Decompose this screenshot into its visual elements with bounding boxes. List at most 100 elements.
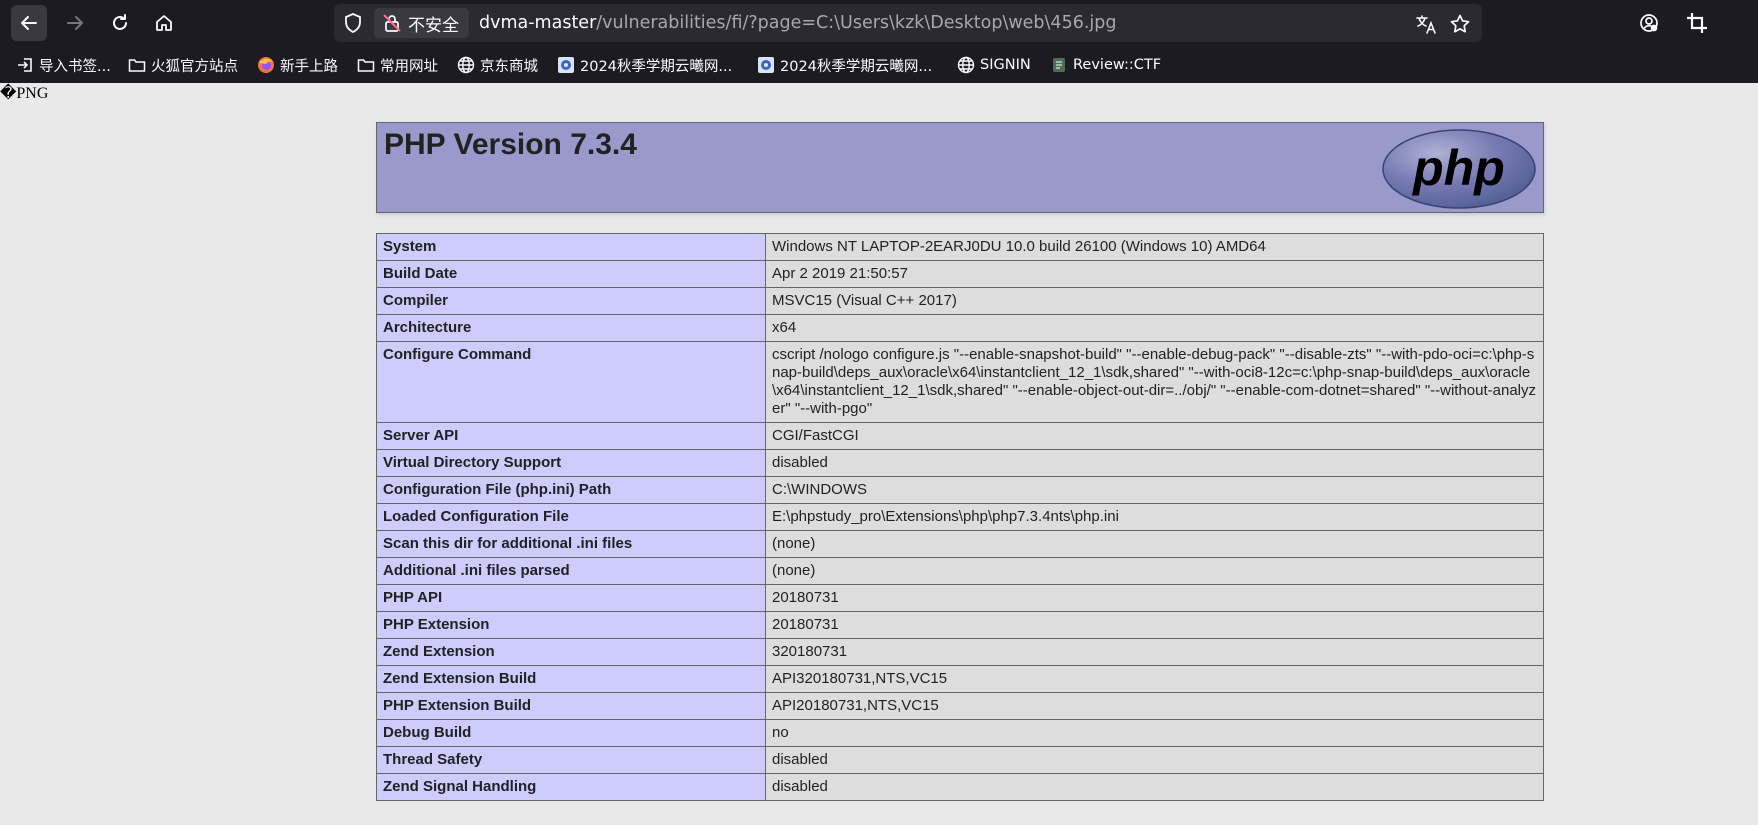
table-row: Zend Signal Handling disabled [376,773,1544,801]
bookmark-label: SIGNIN [980,57,1031,73]
table-row: Thread Safety disabled [376,746,1544,774]
back-button[interactable] [11,5,47,41]
bookmarks-toolbar: 导入书签... 火狐官方站点 新手上路 常用网址 京东商城 2024秋季学期云曦… [0,46,1758,83]
table-row: Loaded Configuration File E:\phpstudy_pro… [376,503,1544,531]
bookmark-jd[interactable]: 京东商城 [457,54,538,76]
row-key: PHP Extension Build [376,692,766,720]
bookmark-label: 常用网址 [380,58,438,75]
screenshot-crop-button[interactable] [1679,5,1715,41]
row-value: 20180731 [765,611,1544,639]
reload-button[interactable] [102,5,138,41]
row-key: Scan this dir for additional .ini files [376,530,766,558]
site-icon [757,56,775,74]
table-row: System Windows NT LAPTOP-2EARJ0DU 10.0 bu… [376,233,1544,261]
bookmark-yunxi-2[interactable]: 2024秋季学期云曦网... [757,54,932,76]
row-key: Compiler [376,287,766,315]
home-icon [156,15,172,31]
row-key: Server API [376,422,766,450]
row-value: (none) [765,557,1544,585]
bookmark-label: 新手上路 [280,58,338,75]
page-content: �PNG PHP Version 7.3.4 php System Windows… [0,83,1758,825]
row-key: System [376,233,766,261]
php-version-title: PHP Version 7.3.4 [384,128,637,161]
bookmark-firefox-official[interactable]: 火狐官方站点 [128,54,238,76]
account-button[interactable] [1631,5,1667,41]
table-row: PHP API 20180731 [376,584,1544,612]
connection-insecure-button[interactable]: 不安全 [374,8,469,38]
phpinfo-header: PHP Version 7.3.4 php [376,122,1544,213]
bookmark-yunxi-1[interactable]: 2024秋季学期云曦网... [557,54,732,76]
bookmark-common-sites[interactable]: 常用网址 [357,54,438,76]
home-button[interactable] [146,5,182,41]
bookmark-signin[interactable]: SIGNIN [957,54,1031,76]
table-row: Server API CGI/FastCGI [376,422,1544,450]
row-value: disabled [765,449,1544,477]
row-key: Zend Extension [376,638,766,666]
table-row: Architecture x64 [376,314,1544,342]
bookmark-star-icon[interactable] [1449,13,1471,35]
row-key: PHP API [376,584,766,612]
row-value: E:\phpstudy_pro\Extensions\php\php7.3.4n… [765,503,1544,531]
row-value: API320180731,NTS,VC15 [765,665,1544,693]
shield-icon[interactable] [342,12,364,34]
table-row: Zend Extension Build API320180731,NTS,VC1… [376,665,1544,693]
row-value: disabled [765,773,1544,801]
table-row: Configuration File (php.ini) Path C:\WIND… [376,476,1544,504]
folder-icon [128,56,146,74]
bookmark-label: Review::CTF [1073,57,1162,73]
import-icon [16,56,34,74]
bookmark-label: 导入书签... [39,58,111,75]
bookmark-label: 2024秋季学期云曦网... [780,58,933,75]
php-logo-text: php [1411,140,1505,196]
row-key: Zend Extension Build [376,665,766,693]
folder-icon [357,56,375,74]
row-value: no [765,719,1544,747]
crop-icon [1687,13,1707,33]
forward-button[interactable] [57,5,93,41]
globe-icon [957,56,975,74]
row-key: Zend Signal Handling [376,773,766,801]
reload-icon [113,14,127,30]
row-value: (none) [765,530,1544,558]
url-path: /vulnerabilities/fi/?page=C:\Users\kzk\D… [596,13,1117,33]
browser-toolbar: 不安全 dvma-master/vulnerabilities/fi/?page… [0,0,1758,46]
table-row: PHP Extension 20180731 [376,611,1544,639]
table-row: Scan this dir for additional .ini files(… [376,530,1544,558]
row-key: Configuration File (php.ini) Path [376,476,766,504]
address-bar[interactable]: 不安全 dvma-master/vulnerabilities/fi/?page… [334,4,1482,42]
row-value: 20180731 [765,584,1544,612]
insecure-label: 不安全 [408,15,459,36]
table-row: Compiler MSVC15 (Visual C++ 2017) [376,287,1544,315]
row-key: Debug Build [376,719,766,747]
url-host: dvma-master [479,13,597,33]
row-value: Windows NT LAPTOP-2EARJ0DU 10.0 build 26… [765,233,1544,261]
table-row: PHP Extension Build API20180731,NTS,VC15 [376,692,1544,720]
table-row: Virtual Directory Support disabled [376,449,1544,477]
php-logo-icon[interactable]: php [1381,128,1537,210]
firefox-icon [257,56,275,74]
url-text[interactable]: dvma-master/vulnerabilities/fi/?page=C:\… [479,13,1116,33]
row-value: disabled [765,746,1544,774]
table-row: Debug Build no [376,719,1544,747]
bookmark-review-ctf[interactable]: Review::CTF [1050,54,1161,76]
row-value: API20180731,NTS,VC15 [765,692,1544,720]
row-key: PHP Extension [376,611,766,639]
row-value: C:\WINDOWS [765,476,1544,504]
raw-png-prefix: �PNG [0,85,49,102]
translate-icon[interactable] [1415,13,1437,35]
row-key: Loaded Configuration File [376,503,766,531]
forward-icon [67,16,83,30]
row-value: CGI/FastCGI [765,422,1544,450]
insecure-lock-icon [383,14,401,32]
row-key: Virtual Directory Support [376,449,766,477]
table-row: Configure Command cscript /nologo configu… [376,341,1544,423]
table-row: Additional .ini files parsed (none) [376,557,1544,585]
row-value: Apr 2 2019 21:50:57 [765,260,1544,288]
globe-icon [457,56,475,74]
bookmark-import[interactable]: 导入书签... [16,54,111,76]
bookmark-getting-started[interactable]: 新手上路 [257,54,338,76]
bookmark-label: 火狐官方站点 [151,58,238,75]
bookmark-label: 京东商城 [480,58,538,75]
site-icon [557,56,575,74]
row-value: x64 [765,314,1544,342]
